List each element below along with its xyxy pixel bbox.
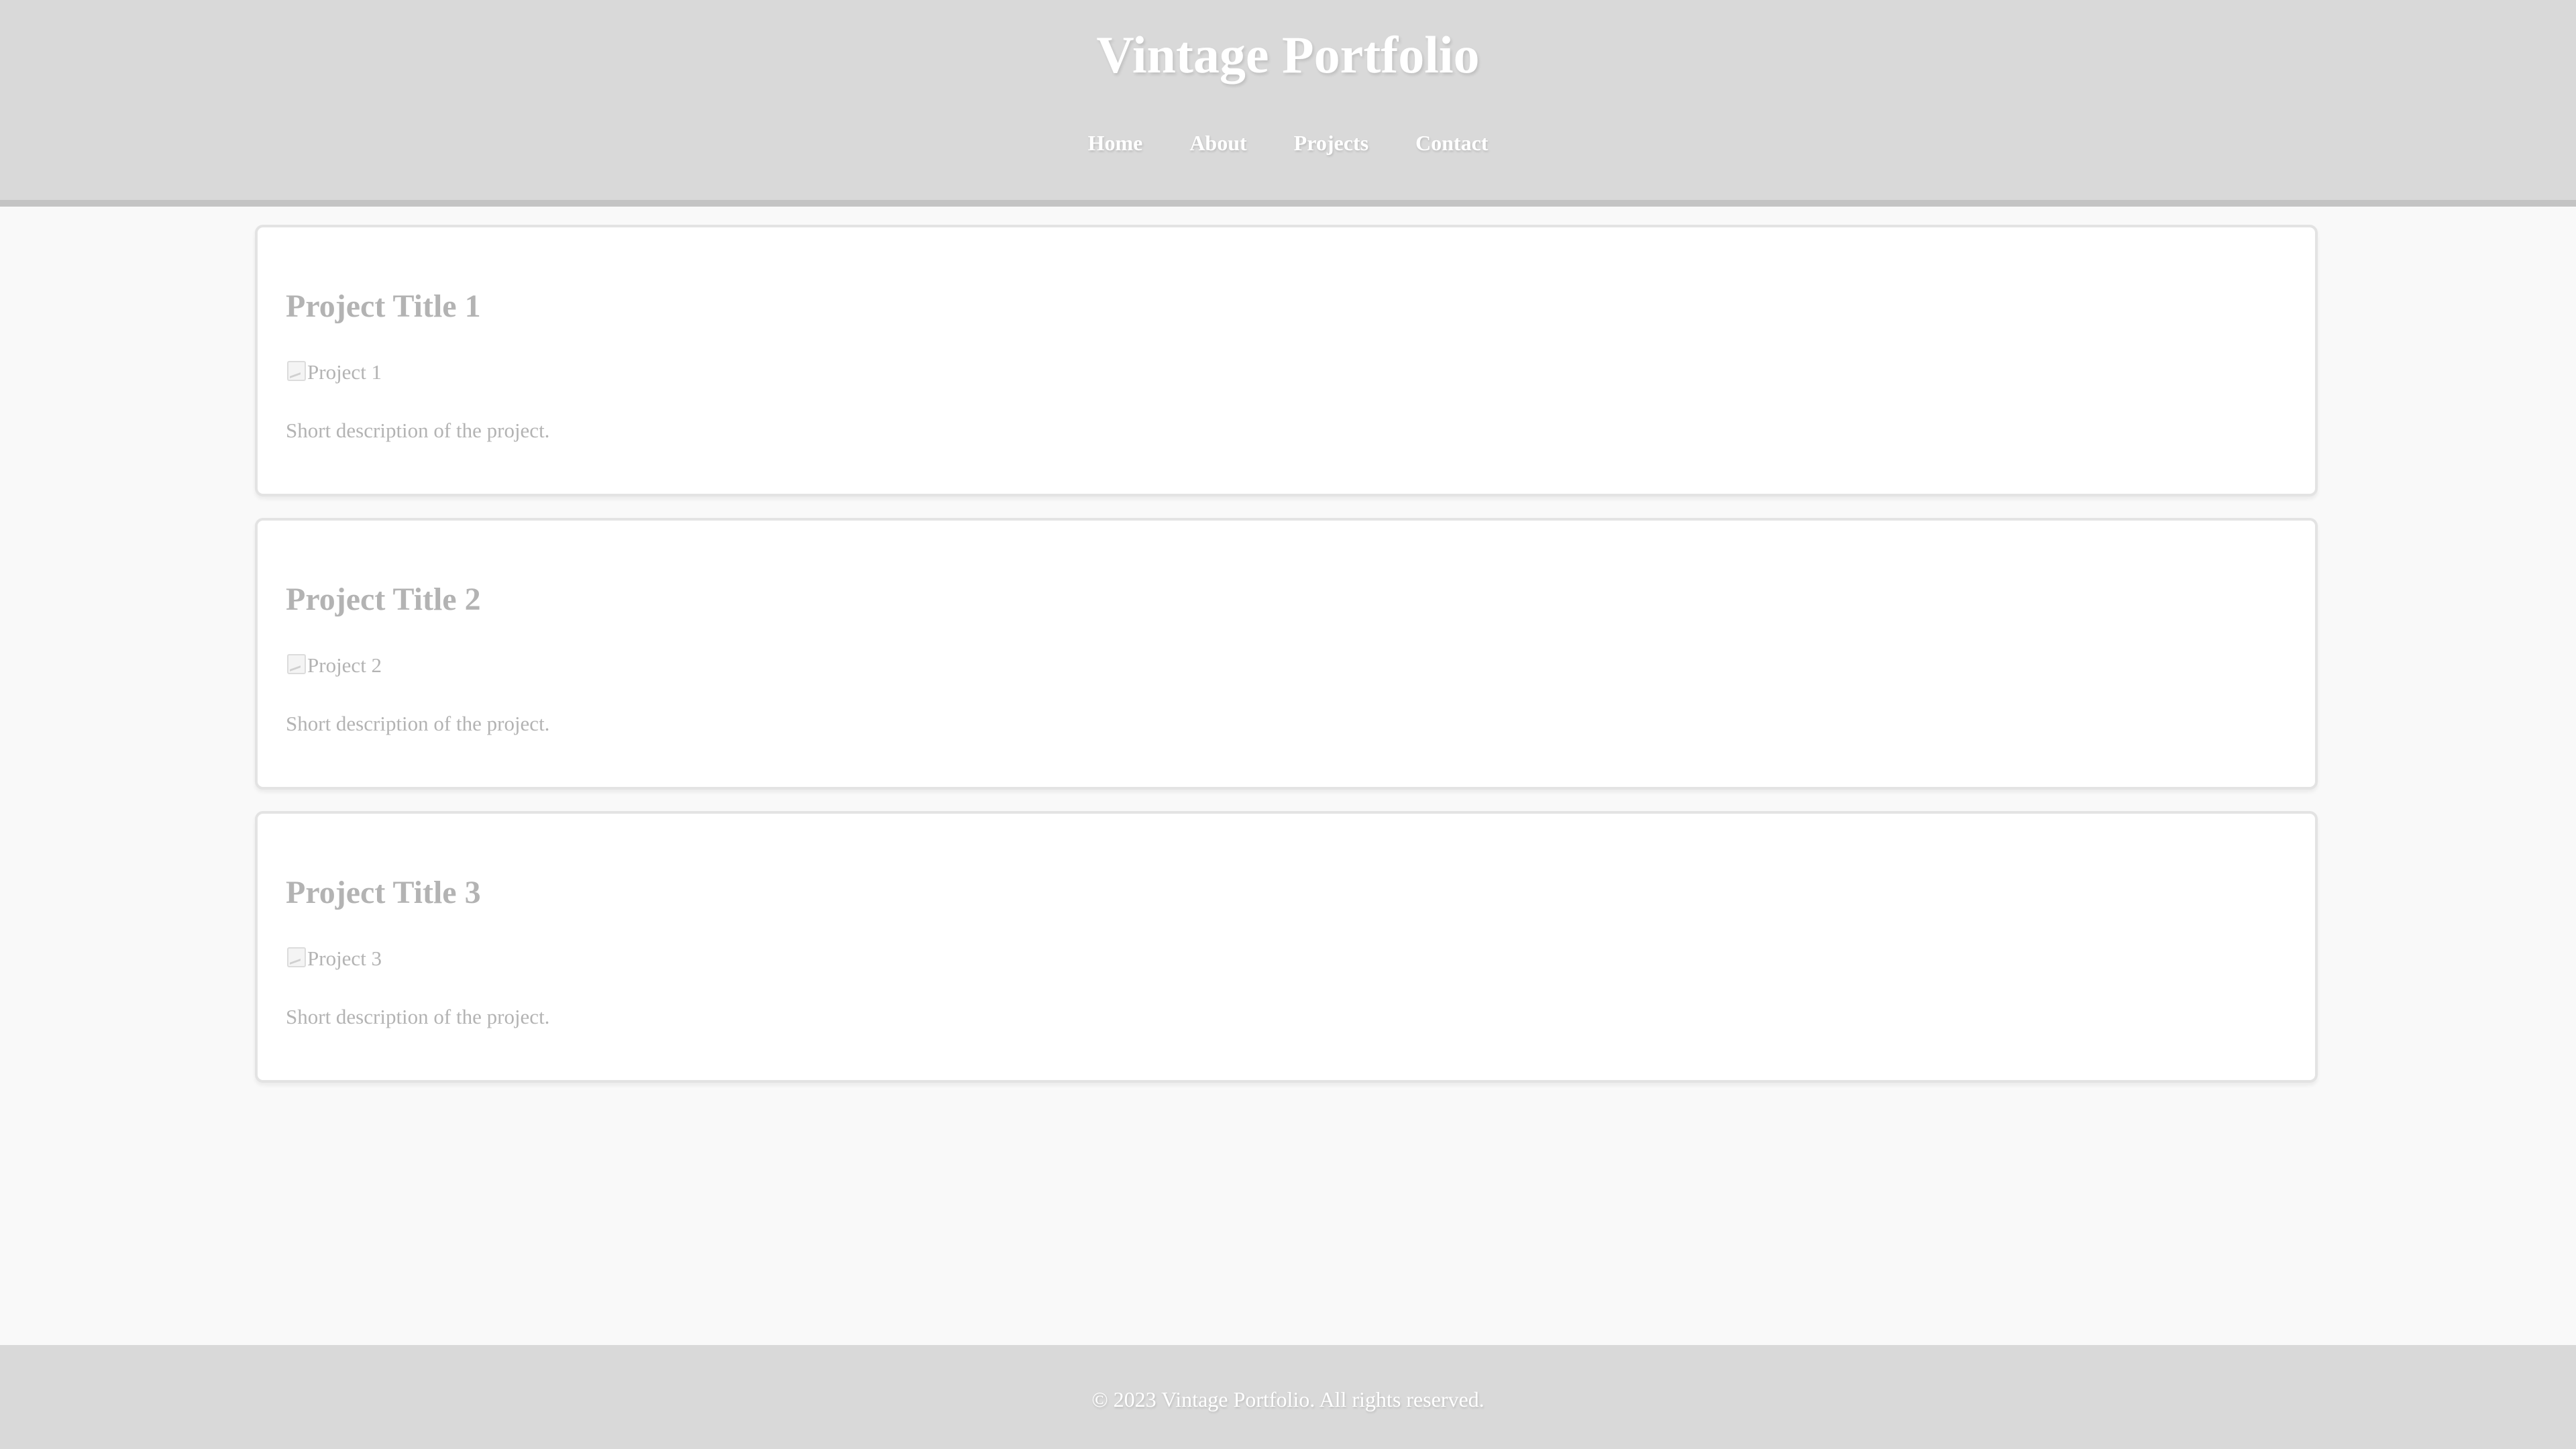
broken-image-icon (286, 654, 307, 677)
project-image: Project 1 (286, 359, 382, 386)
project-image-alt: Project 1 (307, 360, 382, 384)
copyright-text: © 2023 Vintage Portfolio. All rights res… (1091, 1387, 1485, 1411)
project-image-alt: Project 3 (307, 947, 382, 970)
project-description: Short description of the project. (286, 712, 550, 735)
main-nav: Home About Projects Contact (0, 126, 2576, 160)
project-description: Short description of the project. (286, 419, 550, 442)
project-title: Project Title 1 (286, 288, 481, 324)
site-footer: © 2023 Vintage Portfolio. All rights res… (0, 1345, 2576, 1449)
project-image: Project 2 (286, 652, 382, 679)
project-list: Project Title 1 Project 1 Short descript… (255, 225, 2318, 1104)
nav-link-about[interactable]: About (1189, 126, 1246, 160)
project-description: Short description of the project. (286, 1005, 550, 1028)
nav-link-contact[interactable]: Contact (1415, 126, 1488, 160)
project-image-alt: Project 2 (307, 653, 382, 677)
site-title: Vintage Portfolio (1096, 25, 1480, 84)
broken-image-icon (286, 361, 307, 384)
broken-image-icon (286, 947, 307, 970)
project-card: Project Title 2 Project 2 Short descript… (255, 518, 2318, 790)
project-image: Project 3 (286, 945, 382, 972)
site-header: Vintage Portfolio Home About Projects Co… (0, 0, 2576, 207)
nav-link-home[interactable]: Home (1088, 126, 1143, 160)
project-title: Project Title 3 (286, 875, 481, 910)
project-title: Project Title 2 (286, 582, 481, 617)
project-card: Project Title 3 Project 3 Short descript… (255, 811, 2318, 1083)
nav-link-projects[interactable]: Projects (1294, 126, 1368, 160)
project-card: Project Title 1 Project 1 Short descript… (255, 225, 2318, 496)
